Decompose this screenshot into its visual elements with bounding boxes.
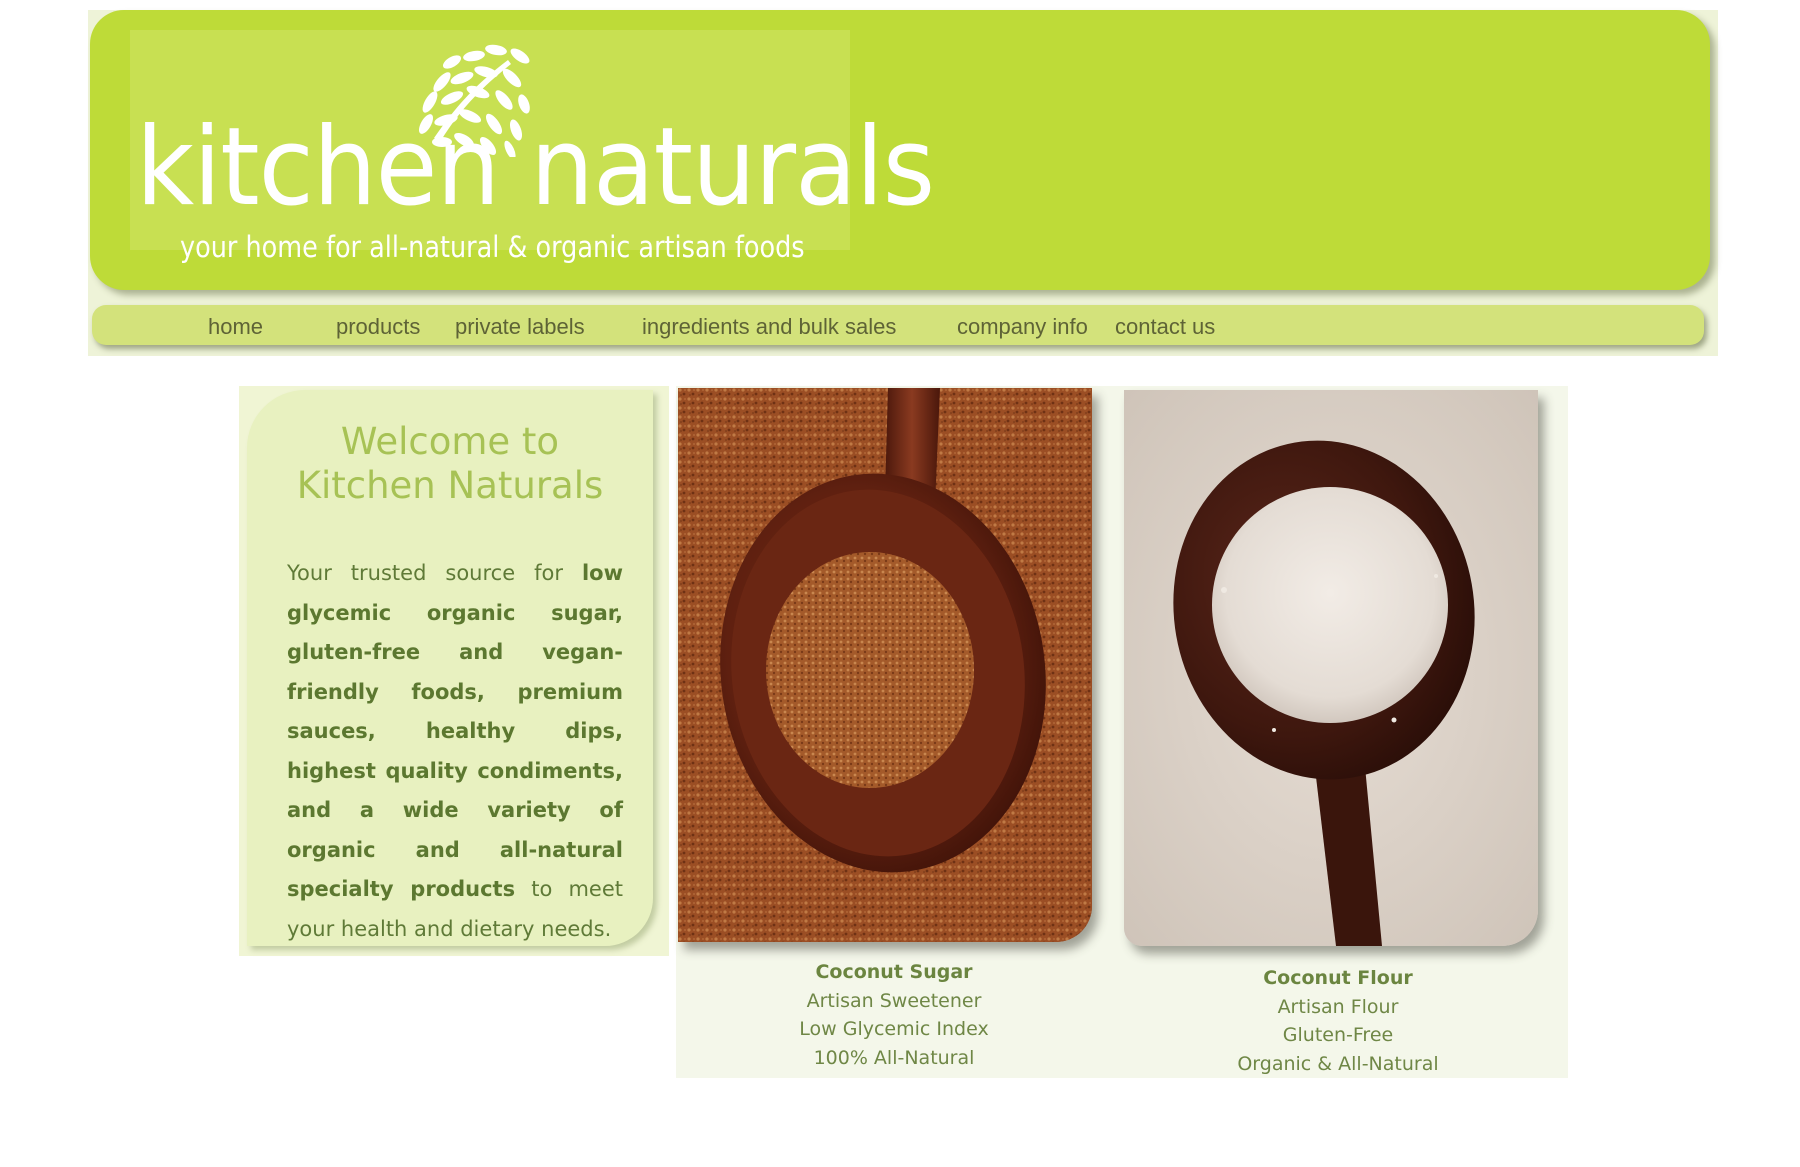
- coconut-sugar-caption: Coconut Sugar Artisan Sweetener Low Glyc…: [714, 958, 1074, 1072]
- nav-company-info[interactable]: company info: [957, 314, 1088, 340]
- coconut-flour-caption: Coconut Flour Artisan Flour Gluten-Free …: [1158, 964, 1518, 1078]
- product-detail: Artisan Sweetener: [806, 989, 982, 1012]
- header-banner: kitchen naturals your home for all-natur…: [90, 10, 1710, 290]
- welcome-panel: Welcome to Kitchen Naturals Your trusted…: [247, 390, 653, 946]
- main-nav: home products private labels ingredients…: [92, 305, 1704, 345]
- product-detail: Gluten-Free: [1282, 1024, 1394, 1046]
- brand-tagline: your home for all-natural & organic arti…: [180, 230, 805, 264]
- nav-contact-us[interactable]: contact us: [1115, 314, 1215, 340]
- welcome-title-line1: Welcome to: [340, 420, 560, 463]
- nav-home[interactable]: home: [208, 314, 263, 340]
- product-detail: Artisan Flour: [1277, 995, 1399, 1018]
- welcome-title: Welcome to Kitchen Naturals: [247, 420, 653, 508]
- coconut-flour-image[interactable]: [1124, 390, 1538, 946]
- nav-products[interactable]: products: [336, 314, 420, 340]
- welcome-description: Your trusted source for low glycemic org…: [287, 554, 623, 949]
- nav-ingredients-bulk-sales[interactable]: ingredients and bulk sales: [642, 314, 896, 340]
- welcome-highlight: low glycemic organic sugar, gluten-free …: [287, 561, 623, 901]
- product-detail: Low Glycemic Index: [799, 1018, 989, 1040]
- product-name[interactable]: Coconut Sugar: [714, 958, 1074, 987]
- featured-products: Coconut Sugar Artisan Sweetener Low Glyc…: [676, 386, 1568, 1078]
- product-detail: Organic & All-Natural: [1237, 1052, 1439, 1075]
- welcome-title-line2: Kitchen Naturals: [296, 464, 604, 507]
- product-detail: 100% All-Natural: [813, 1046, 975, 1069]
- brand-name: kitchen naturals: [136, 105, 935, 230]
- nav-private-labels[interactable]: private labels: [455, 314, 585, 340]
- header: kitchen naturals your home for all-natur…: [88, 10, 1718, 356]
- product-name[interactable]: Coconut Flour: [1158, 964, 1518, 993]
- coconut-sugar-image[interactable]: [678, 388, 1092, 942]
- welcome-intro: Your trusted source for: [287, 561, 563, 585]
